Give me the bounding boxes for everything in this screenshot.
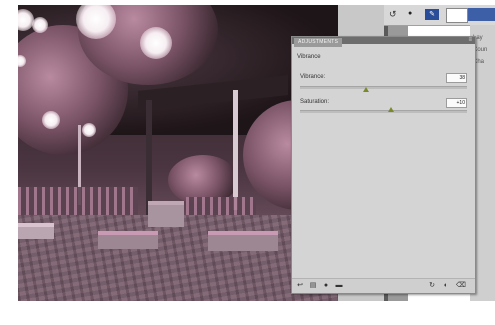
- panel-footer-toolbar: ↩ ▤ ● ▬ ↻ ◐ ⌫: [292, 278, 475, 293]
- adjustments-panel: ADJUSTMENTS ≡ Vibrance Vibrance: 38 Satu…: [291, 36, 476, 294]
- stone-bench: [18, 223, 54, 239]
- brush-icon[interactable]: ✎: [425, 9, 439, 20]
- vibrance-label: Vibrance:: [300, 74, 326, 80]
- planter-box: [98, 231, 158, 249]
- eye-icon[interactable]: ●: [408, 10, 412, 17]
- document-canvas[interactable]: [18, 5, 338, 301]
- visibility-icon[interactable]: ◐: [442, 282, 450, 290]
- globe-lamp: [82, 123, 96, 137]
- pergola-post: [233, 90, 238, 210]
- saturation-value-field[interactable]: +10: [446, 98, 467, 108]
- tab-adjustments[interactable]: ADJUSTMENTS: [294, 38, 343, 47]
- delete-icon[interactable]: ⌫: [456, 282, 466, 290]
- vibrance-value-field[interactable]: 38: [446, 73, 467, 83]
- panel-menu-icon[interactable]: ≡: [468, 37, 472, 44]
- globe-lamp: [42, 111, 60, 129]
- eye-icon[interactable]: ●: [322, 282, 330, 290]
- mask-icon[interactable]: ▬: [335, 282, 343, 290]
- planter-box: [208, 231, 278, 251]
- globe-lamp: [140, 27, 172, 59]
- globe-lamp: [32, 17, 48, 33]
- saturation-slider-thumb[interactable]: [388, 107, 394, 112]
- return-icon[interactable]: ↺: [389, 9, 397, 19]
- reset-icon[interactable]: ↻: [428, 282, 436, 290]
- vibrance-slider-thumb[interactable]: [363, 87, 369, 92]
- screenshot-frame: ↺ ● ✎ Lay Coun Cha ADJUSTMENTS ≡ Vibranc…: [0, 0, 495, 325]
- return-icon[interactable]: ↩: [296, 282, 304, 290]
- layer-thumbnail[interactable]: [446, 8, 468, 23]
- cobblestone-texture: [18, 215, 338, 301]
- layers-icon[interactable]: ▤: [309, 282, 317, 290]
- planter-pot: [148, 201, 184, 227]
- adjustment-type-title: Vibrance: [297, 54, 321, 60]
- saturation-label: Saturation:: [300, 99, 330, 105]
- saturation-slider-track[interactable]: [300, 110, 467, 113]
- vibrance-slider-track[interactable]: [300, 86, 467, 89]
- layer-selected-highlight[interactable]: [468, 8, 495, 21]
- layers-panel-header: ↺ ● ✎: [384, 5, 495, 26]
